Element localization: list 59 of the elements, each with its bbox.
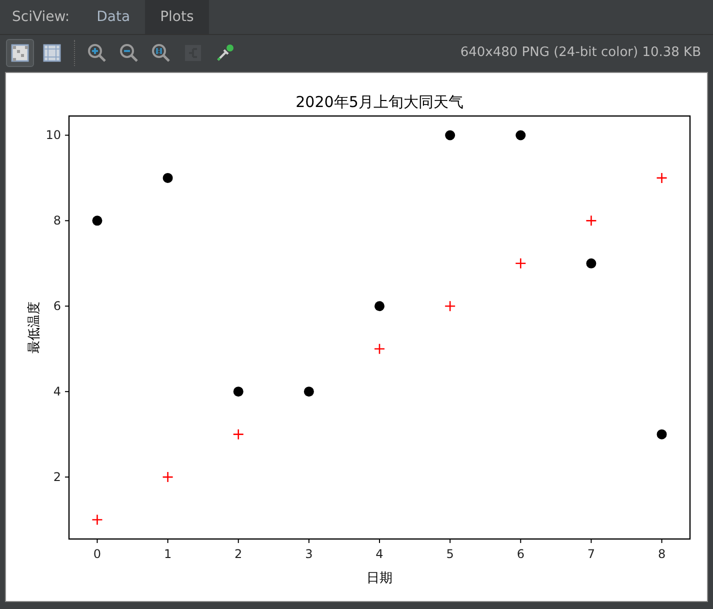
data-point — [374, 301, 384, 312]
eyedropper-icon — [215, 42, 235, 62]
tick-label: 2 — [234, 547, 242, 561]
tick-label: 1 — [164, 547, 172, 561]
checkerboard-icon — [10, 42, 30, 62]
tick-mark — [64, 476, 70, 478]
tick-label: 7 — [587, 547, 596, 561]
magnifier-icon — [151, 42, 171, 62]
tick-label: 4 — [53, 384, 61, 399]
data-point — [516, 130, 526, 140]
data-point — [232, 428, 244, 440]
data-point — [586, 258, 596, 268]
image-info: 640x480 PNG (24-bit color) 10.38 KB — [460, 45, 702, 60]
data-point — [374, 343, 386, 355]
data-point — [162, 471, 174, 483]
data-point — [656, 429, 667, 440]
data-point — [586, 215, 597, 226]
data-point — [162, 172, 173, 183]
tick-mark — [64, 220, 70, 222]
tick-label: 8 — [53, 214, 61, 228]
tick-label: 10 — [46, 128, 61, 142]
tick-label: 4 — [376, 547, 384, 561]
data-point — [233, 386, 244, 397]
tab[interactable]: Data — [82, 0, 146, 34]
tick-label: 6 — [516, 547, 524, 561]
tick-mark — [450, 538, 451, 544]
grid-icon — [42, 42, 62, 62]
data-point — [444, 300, 456, 312]
tick-mark — [379, 538, 380, 544]
tick-mark — [238, 538, 239, 544]
tick-label: 8 — [658, 547, 666, 561]
tick-mark — [590, 538, 592, 544]
chart-title: 2020年5月上旬大同天气 — [296, 93, 464, 111]
tick-mark — [661, 538, 662, 544]
tick-label: 6 — [53, 299, 61, 314]
tick-label: 2 — [53, 470, 61, 484]
tick-mark — [308, 538, 310, 544]
axis-label: 最低温度 — [27, 302, 42, 354]
data-point — [92, 216, 102, 226]
tab[interactable]: Plots — [145, 0, 209, 34]
zoom-out-icon — [119, 42, 139, 62]
data-point — [304, 386, 314, 397]
data-point — [92, 514, 103, 526]
tick-mark — [64, 306, 70, 307]
tick-label: 5 — [446, 547, 454, 561]
tick-mark — [520, 538, 522, 544]
tick-label: 0 — [93, 547, 102, 561]
zoom-in-icon — [87, 42, 107, 62]
tick-mark — [167, 538, 168, 544]
data-point — [514, 258, 526, 270]
tick-label: 3 — [305, 547, 313, 561]
tick-mark — [64, 134, 70, 136]
tick-mark — [96, 538, 98, 544]
data-point — [656, 172, 668, 184]
axis-label: 日期 — [366, 571, 392, 586]
tick-mark — [64, 391, 70, 392]
view-label: SciView: — [11, 8, 71, 27]
toolbar-button[interactable] — [6, 38, 34, 66]
data-point — [445, 130, 456, 140]
